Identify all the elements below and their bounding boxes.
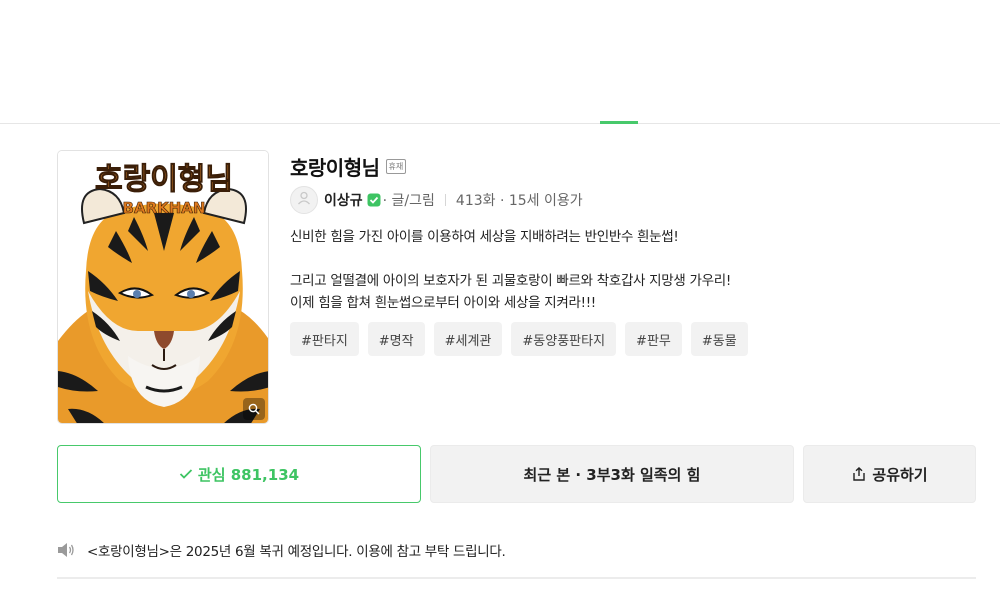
header-divider bbox=[0, 123, 1000, 124]
share-button[interactable]: 공유하기 bbox=[803, 445, 976, 503]
speaker-icon bbox=[57, 542, 75, 558]
page-title: 호랑이형님 bbox=[290, 156, 380, 180]
section-divider bbox=[57, 577, 976, 579]
cover-logo: 호랑이형님 bbox=[95, 162, 233, 197]
avatar[interactable] bbox=[290, 186, 318, 214]
zoom-button[interactable] bbox=[243, 398, 265, 420]
recent-episode-label: 최근 본 · 3부3화 일족의 힘 bbox=[523, 465, 701, 484]
author-row: 이상규 · 글/그림 413화 · 15세 이용가 bbox=[290, 186, 583, 214]
notice-bar: <호랑이형님>은 2025년 6월 복귀 예정입니다. 이용에 참고 부탁 드립… bbox=[57, 540, 506, 560]
tag-item[interactable]: #세계관 bbox=[433, 322, 503, 356]
author-name[interactable]: 이상규 bbox=[324, 190, 363, 210]
notice-text: <호랑이형님>은 2025년 6월 복귀 예정입니다. 이용에 참고 부탁 드립… bbox=[87, 544, 506, 560]
synopsis-line: 이제 힘을 합쳐 흰눈썹으로부터 아이와 세상을 지켜라!!! bbox=[290, 295, 596, 311]
tag-item[interactable]: #명작 bbox=[367, 322, 425, 356]
episode-age-info: 413화 · 15세 이용가 bbox=[455, 193, 583, 209]
synopsis-line: 그리고 얼떨결에 아이의 보호자가 된 괴물호랑이 빠르와 착호갑사 지망생 가… bbox=[290, 273, 731, 289]
synopsis: 신비한 힘을 가진 아이를 이용하여 세상을 지배하려는 반인반수 흰눈썹! 그… bbox=[290, 226, 950, 314]
check-badge-icon bbox=[367, 193, 381, 207]
favorite-count-label: 관심 881,134 bbox=[197, 465, 300, 484]
status-badge: 휴재 bbox=[385, 159, 407, 174]
cover-logo-subtitle: BARKHAN bbox=[123, 199, 206, 217]
tag-item[interactable]: #동양풍판타지 bbox=[511, 322, 617, 356]
share-label: 공유하기 bbox=[872, 465, 928, 484]
author-role: · 글/그림 bbox=[382, 193, 435, 209]
top-header-area bbox=[0, 0, 1000, 124]
tag-list: #판타지 #명작 #세계관 #동양풍판타지 #판무 #동물 bbox=[290, 322, 757, 356]
tiger-illustration: 호랑이형님 BARKHAN bbox=[58, 151, 268, 423]
meta-divider bbox=[444, 194, 446, 206]
share-icon bbox=[851, 466, 867, 482]
tag-item[interactable]: #판무 bbox=[625, 322, 682, 356]
tag-item[interactable]: #판타지 bbox=[290, 322, 359, 356]
favorite-button[interactable]: 관심 881,134 bbox=[57, 445, 421, 503]
user-icon bbox=[296, 190, 312, 210]
tag-item[interactable]: #동물 bbox=[690, 322, 748, 356]
recent-episode-button[interactable]: 최근 본 · 3부3화 일족의 힘 bbox=[430, 445, 794, 503]
synopsis-line: 신비한 힘을 가진 아이를 이용하여 세상을 지배하려는 반인반수 흰눈썹! bbox=[290, 229, 679, 245]
check-icon bbox=[179, 468, 193, 480]
synopsis-gap bbox=[290, 248, 950, 270]
active-tab-indicator bbox=[600, 121, 638, 124]
cover-thumbnail[interactable]: 호랑이형님 BARKHAN bbox=[57, 150, 269, 424]
title-row: 호랑이형님 휴재 bbox=[290, 152, 407, 181]
magnifier-icon bbox=[248, 403, 260, 415]
